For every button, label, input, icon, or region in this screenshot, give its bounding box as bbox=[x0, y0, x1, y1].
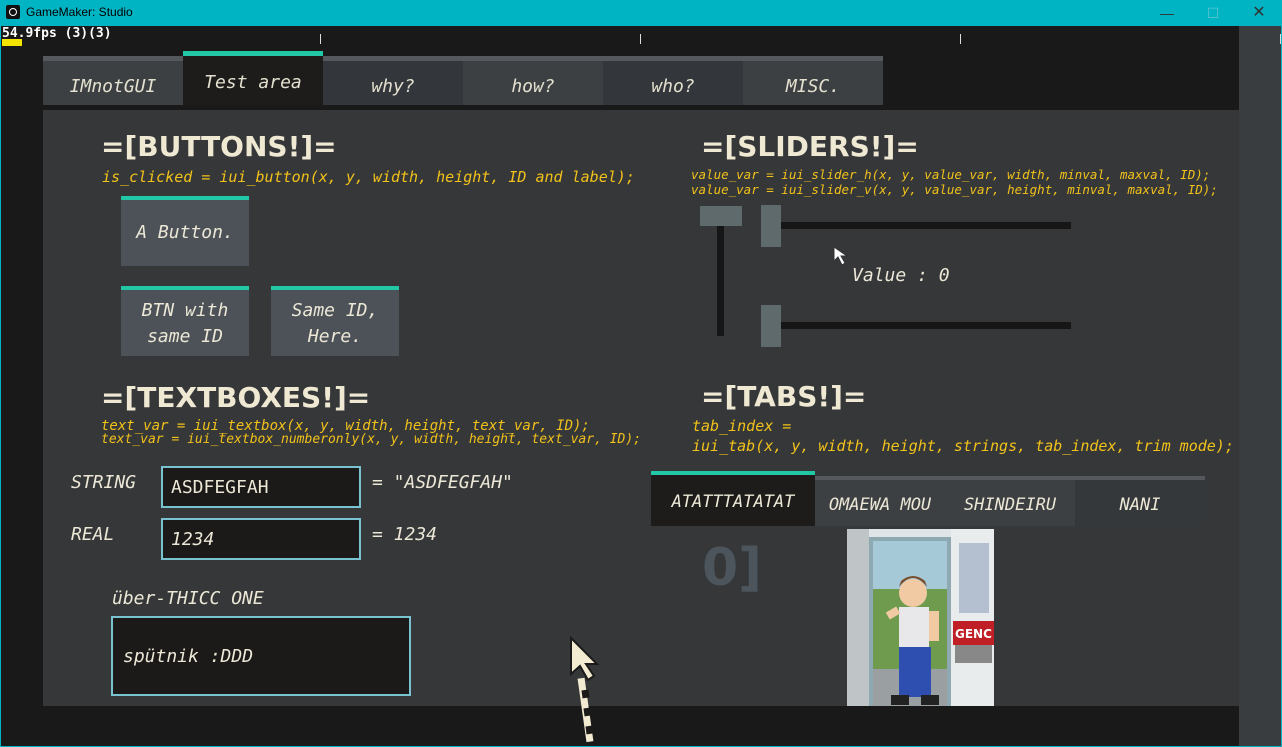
buttons-code: is_clicked = iui_button(x, y, width, hei… bbox=[102, 168, 635, 186]
sliders-heading: =[SLIDERS!]= bbox=[701, 130, 919, 163]
thicc-label: über-THICC ONE bbox=[112, 588, 264, 609]
vertical-slider-handle[interactable] bbox=[700, 206, 742, 226]
window-border-left bbox=[0, 26, 1, 747]
tab-call-code: iui_tab(x, y, width, height, strings, ta… bbox=[692, 437, 1234, 455]
window-titlebar: GameMaker: Studio — ☐ ✕ bbox=[0, 0, 1282, 26]
string-label: STRING bbox=[71, 472, 137, 493]
pencil-cursor-icon bbox=[570, 636, 600, 743]
buttons-heading: =[BUTTONS!]= bbox=[101, 130, 337, 163]
right-gutter bbox=[1239, 26, 1281, 746]
tab-test-area[interactable]: Test area bbox=[183, 51, 323, 105]
real-label: REAL bbox=[71, 524, 115, 545]
tab-who[interactable]: who? bbox=[603, 56, 743, 105]
slider-value-label: Value : 0 bbox=[852, 265, 950, 286]
tab-atatttatatat[interactable]: ATATTTATATAT bbox=[651, 471, 815, 526]
tabs-heading: =[TABS!]= bbox=[701, 380, 867, 413]
maximize-button[interactable]: ☐ bbox=[1190, 0, 1236, 26]
a-button[interactable]: A Button. bbox=[121, 196, 249, 266]
tab-nani[interactable]: NANI bbox=[1075, 476, 1205, 526]
tab-misc[interactable]: MISC. bbox=[743, 56, 883, 105]
tab-omaewa-mou[interactable]: OMAEWA MOU bbox=[815, 476, 945, 526]
button-label-line: Here. bbox=[307, 326, 363, 347]
tab-how[interactable]: how? bbox=[463, 56, 603, 105]
same-id-button[interactable]: Same ID, Here. bbox=[271, 286, 399, 356]
string-result: = "ASDFEGFAH" bbox=[372, 472, 513, 493]
window-title: GameMaker: Studio bbox=[26, 5, 133, 19]
textboxes-heading: =[TEXTBOXES!]= bbox=[101, 381, 371, 414]
minimize-button[interactable]: — bbox=[1144, 0, 1190, 26]
horizontal-slider-handle-2[interactable] bbox=[761, 305, 781, 347]
real-result: = 1234 bbox=[372, 524, 438, 545]
btn-with-same-id[interactable]: BTN with same ID bbox=[121, 286, 249, 356]
tab-shindeiru[interactable]: SHINDEIRU bbox=[945, 476, 1075, 526]
slider-h-code: value_var = iui_slider_h(x, y, value_var… bbox=[691, 167, 1211, 182]
timeline-tick bbox=[640, 34, 641, 44]
horizontal-slider-track-2[interactable] bbox=[761, 322, 1071, 329]
comic-image: GENC bbox=[847, 529, 994, 713]
slider-v-code: value_var = iui_slider_v(x, y, value_var… bbox=[691, 182, 1218, 197]
timeline-tick bbox=[320, 34, 321, 44]
fps-counter: 54.9fps (3)(3) bbox=[2, 26, 112, 41]
bottom-strip bbox=[43, 706, 1239, 746]
close-button[interactable]: ✕ bbox=[1236, 0, 1282, 26]
gamemaker-icon bbox=[6, 5, 20, 19]
button-label-line: same ID bbox=[147, 326, 223, 347]
mouse-cursor-icon bbox=[833, 246, 849, 266]
horizontal-slider-track[interactable] bbox=[761, 222, 1071, 229]
tab-imnotgui[interactable]: IMnotGUI bbox=[43, 56, 183, 105]
real-textbox[interactable]: 1234 bbox=[161, 518, 361, 560]
button-label-line: Same ID, bbox=[291, 300, 379, 321]
timeline-tick bbox=[1280, 34, 1281, 44]
button-label-line: BTN with bbox=[141, 300, 229, 321]
horizontal-slider-handle[interactable] bbox=[761, 205, 781, 247]
textbox-numberonly-code: text_var = iui_textbox_numberonly(x, y, … bbox=[101, 432, 642, 447]
comic-illustration: GENC bbox=[847, 529, 994, 713]
comic-sign-text: GENC bbox=[955, 627, 992, 641]
thicc-textbox[interactable]: spütnik :DDD bbox=[111, 616, 411, 696]
timeline-tick bbox=[960, 34, 961, 44]
tab-index-code: tab_index = bbox=[692, 417, 792, 435]
string-textbox[interactable]: ASDFEGFAH bbox=[161, 466, 361, 508]
tab-why[interactable]: why? bbox=[323, 56, 463, 105]
tab-index-display: 0] bbox=[702, 538, 762, 598]
